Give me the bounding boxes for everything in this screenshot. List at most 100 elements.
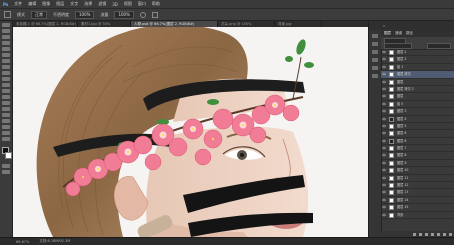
- eye-icon[interactable]: [382, 213, 386, 217]
- pen-tool-icon[interactable]: [2, 107, 10, 111]
- background-color-swatch[interactable]: [5, 152, 12, 159]
- quick-select-tool-icon[interactable]: [2, 41, 10, 45]
- layer-row[interactable]: 图层 7: [381, 145, 454, 153]
- crop-tool-icon[interactable]: [2, 47, 10, 51]
- eye-icon[interactable]: [382, 153, 386, 157]
- menu-item-file[interactable]: 文件: [14, 1, 22, 7]
- path-select-tool-icon[interactable]: [2, 119, 10, 123]
- tab-channels[interactable]: 通道: [395, 31, 402, 36]
- screen-mode-icon[interactable]: [2, 170, 10, 174]
- layer-row[interactable]: 图层 2: [381, 49, 454, 57]
- history-brush-tool-icon[interactable]: [2, 77, 10, 81]
- eye-icon[interactable]: [382, 50, 386, 54]
- menu-item-edit[interactable]: 编辑: [28, 1, 36, 7]
- hand-tool-icon[interactable]: [2, 131, 10, 135]
- trash-icon[interactable]: [449, 232, 452, 236]
- eye-icon[interactable]: [382, 102, 386, 106]
- eye-icon[interactable]: [382, 190, 386, 194]
- eye-icon[interactable]: [382, 57, 386, 61]
- menu-item-view[interactable]: 视图: [124, 1, 132, 7]
- menu-item-layer[interactable]: 图层: [56, 1, 64, 7]
- menu-item-3d[interactable]: 3D: [112, 2, 118, 7]
- eye-icon[interactable]: [382, 161, 386, 165]
- layer-row[interactable]: 图层 10: [381, 167, 454, 175]
- eye-icon[interactable]: [382, 168, 386, 172]
- layer-row[interactable]: 图层 13: [381, 189, 454, 197]
- dodge-tool-icon[interactable]: [2, 101, 10, 105]
- layer-row[interactable]: 图层 11: [381, 175, 454, 183]
- eye-icon[interactable]: [382, 139, 386, 143]
- zoom-level[interactable]: 66.67%: [16, 240, 29, 244]
- layer-row[interactable]: 背景: [381, 212, 454, 219]
- blur-tool-icon[interactable]: [2, 95, 10, 99]
- properties-panel-icon[interactable]: [372, 42, 378, 46]
- adjustments-panel-icon[interactable]: [372, 50, 378, 54]
- airbrush-icon[interactable]: [139, 11, 146, 18]
- pressure-icon[interactable]: [151, 11, 158, 18]
- layer-row[interactable]: 图层 9: [381, 160, 454, 168]
- stamp-tool-icon[interactable]: [2, 71, 10, 75]
- layer-row[interactable]: 图层 5: [381, 123, 454, 131]
- eye-icon[interactable]: [382, 65, 386, 69]
- menu-item-filter[interactable]: 滤镜: [98, 1, 106, 7]
- layer-row[interactable]: 图层 6: [381, 130, 454, 138]
- layer-row[interactable]: 图层 14: [381, 197, 454, 205]
- new-layer-icon[interactable]: [443, 232, 446, 236]
- brush-tool-icon[interactable]: [4, 11, 11, 18]
- tab-paths[interactable]: 路径: [406, 31, 413, 36]
- layer-row[interactable]: 图层: [381, 79, 454, 86]
- eye-icon[interactable]: [382, 176, 386, 180]
- eye-icon[interactable]: [382, 198, 386, 202]
- lasso-tool-icon[interactable]: [2, 35, 10, 39]
- fx-icon[interactable]: [419, 232, 422, 236]
- menu-item-select[interactable]: 选择: [84, 1, 92, 7]
- eye-icon[interactable]: [382, 146, 386, 150]
- eraser-tool-icon[interactable]: [2, 83, 10, 87]
- collapse-icon[interactable]: »: [383, 24, 385, 28]
- eye-icon[interactable]: [382, 117, 386, 121]
- eye-icon[interactable]: [382, 131, 386, 135]
- layer-row[interactable]: 图层 拷贝 2: [381, 86, 454, 94]
- tab-layers[interactable]: 图层: [384, 31, 391, 36]
- eyedropper-tool-icon[interactable]: [2, 53, 10, 57]
- flow-field[interactable]: 100%: [114, 10, 134, 19]
- shape-tool-icon[interactable]: [2, 125, 10, 129]
- layer-row[interactable]: 图层 3: [381, 108, 454, 116]
- eye-icon[interactable]: [382, 80, 386, 84]
- move-tool-icon[interactable]: [2, 23, 10, 27]
- marquee-tool-icon[interactable]: [2, 29, 10, 33]
- opacity-field[interactable]: 100%: [75, 10, 95, 19]
- eye-icon[interactable]: [382, 109, 386, 113]
- brush-tool-icon[interactable]: [2, 65, 10, 69]
- layer-row[interactable]: 图层 15: [381, 204, 454, 212]
- menu-item-window[interactable]: 窗口: [138, 1, 146, 7]
- layer-row[interactable]: 图层 12: [381, 182, 454, 190]
- mask-icon[interactable]: [425, 232, 428, 236]
- color-panel-icon[interactable]: [372, 58, 378, 62]
- mode-select[interactable]: 正常: [31, 10, 47, 19]
- gradient-tool-icon[interactable]: [2, 89, 10, 93]
- layer-row[interactable]: 图层 6: [381, 138, 454, 146]
- character-panel-icon[interactable]: [372, 74, 378, 78]
- menu-item-help[interactable]: 帮助: [152, 1, 160, 7]
- swatches-panel-icon[interactable]: [372, 66, 378, 70]
- layer-row[interactable]: 图层 拷贝: [381, 71, 454, 79]
- quick-mask-icon[interactable]: [2, 164, 10, 168]
- eye-icon[interactable]: [382, 205, 386, 209]
- eye-icon[interactable]: [382, 183, 386, 187]
- layer-row[interactable]: 图层 2: [381, 56, 454, 64]
- history-panel-icon[interactable]: [372, 34, 378, 38]
- eye-icon[interactable]: [382, 72, 386, 76]
- layer-row[interactable]: 组 1: [381, 64, 454, 72]
- new-group-icon[interactable]: [437, 232, 440, 236]
- eye-icon[interactable]: [382, 94, 386, 98]
- layer-row[interactable]: 组 5: [381, 101, 454, 109]
- eye-icon[interactable]: [382, 87, 386, 91]
- adjustment-layer-icon[interactable]: [431, 232, 434, 236]
- link-layers-icon[interactable]: [413, 232, 416, 236]
- menu-item-type[interactable]: 文字: [70, 1, 78, 7]
- layer-row[interactable]: 图层: [381, 93, 454, 101]
- menu-item-image[interactable]: 图像: [42, 1, 50, 7]
- document-canvas[interactable]: [13, 27, 368, 237]
- eye-icon[interactable]: [382, 124, 386, 128]
